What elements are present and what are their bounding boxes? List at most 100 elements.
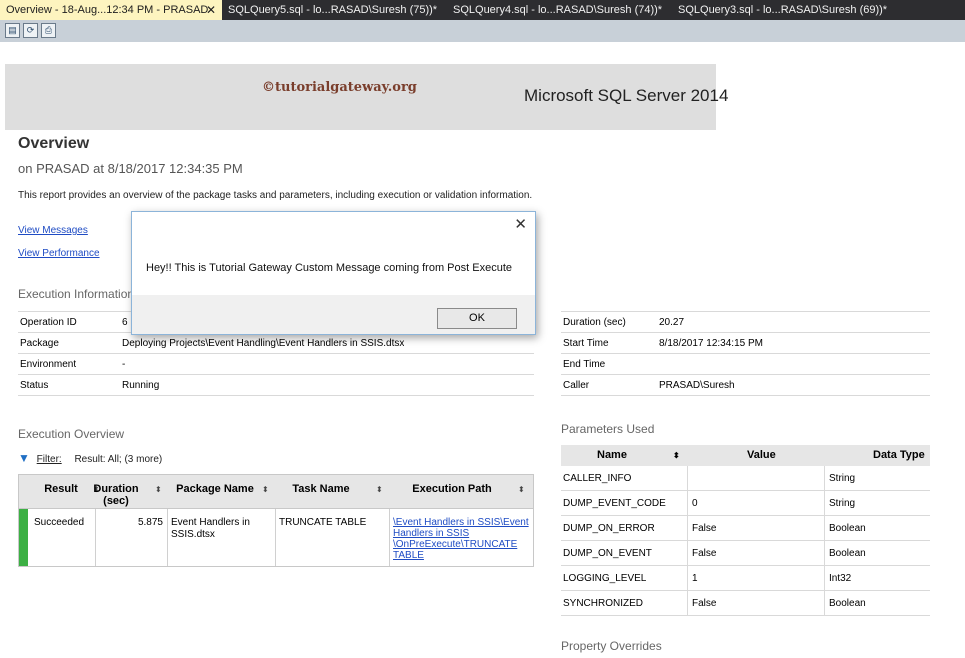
- row-value: 8/18/2017 12:34:15 PM: [659, 338, 763, 349]
- table-row: DUMP_EVENT_CODE 0 String: [561, 491, 930, 516]
- execution-path-link[interactable]: \Event Handlers in SSIS\Event Handlers i…: [393, 517, 533, 561]
- refresh-icon[interactable]: ⟳: [23, 23, 38, 38]
- sort-icon[interactable]: ⬍: [673, 451, 680, 460]
- param-value: False: [692, 598, 717, 609]
- column-header-value[interactable]: Value: [747, 449, 776, 461]
- filter-icon[interactable]: ▼: [18, 451, 30, 465]
- row-value: 6: [122, 317, 128, 328]
- cell-task-name: TRUNCATE TABLE: [279, 517, 367, 528]
- param-type: Boolean: [829, 548, 866, 559]
- table-row: End Time: [561, 354, 930, 375]
- row-label: Environment: [20, 359, 77, 370]
- row-label: Status: [20, 380, 49, 391]
- param-value: False: [692, 548, 717, 559]
- table-row: Package Deploying Projects\Event Handlin…: [18, 333, 534, 354]
- column-divider: [167, 509, 168, 566]
- tab-label: SQLQuery5.sql - lo...RASAD\Suresh (75))*: [228, 4, 438, 16]
- param-name: DUMP_EVENT_CODE: [563, 498, 666, 509]
- tab-overview-report[interactable]: Overview - 18-Aug...12:34 PM - PRASAD ✕: [0, 0, 222, 20]
- sort-icon[interactable]: ⬍: [376, 485, 383, 494]
- table-row: Start Time 8/18/2017 12:34:15 PM: [561, 333, 930, 354]
- table-row: DUMP_ON_ERROR False Boolean: [561, 516, 930, 541]
- row-value: Deploying Projects\Event Handling\Event …: [122, 338, 405, 349]
- row-value: 20.27: [659, 317, 685, 328]
- ok-button[interactable]: OK: [437, 308, 517, 329]
- column-header-execution-path[interactable]: Execution Path: [397, 483, 507, 495]
- cell-result: Succeeded: [34, 517, 85, 528]
- column-header-duration[interactable]: Duration (sec): [93, 483, 139, 507]
- execution-timing-table: Duration (sec) 20.27 Start Time 8/18/201…: [561, 311, 930, 396]
- param-name: CALLER_INFO: [563, 473, 632, 484]
- column-header-result[interactable]: Result: [31, 483, 91, 495]
- filter-link[interactable]: Filter:: [37, 454, 62, 465]
- param-type: String: [829, 498, 856, 509]
- row-value: -: [122, 359, 126, 370]
- tab-sqlquery4[interactable]: SQLQuery4.sql - lo...RASAD\Suresh (74))*: [447, 0, 662, 20]
- row-value: PRASAD\Suresh: [659, 380, 735, 391]
- success-status-bar: [19, 509, 28, 566]
- view-messages-link[interactable]: View Messages: [18, 225, 88, 236]
- param-type: Int32: [829, 573, 852, 584]
- param-value: False: [692, 523, 717, 534]
- column-header-data-type[interactable]: Data Type: [873, 449, 925, 461]
- tab-label: SQLQuery4.sql - lo...RASAD\Suresh (74))*: [453, 4, 663, 16]
- column-divider: [275, 509, 276, 566]
- row-label: Duration (sec): [563, 317, 626, 328]
- watermark-text: ©tutorialgateway.org: [262, 80, 417, 95]
- print-icon[interactable]: ⎙: [41, 23, 56, 38]
- property-overrides-heading: Property Overrides: [561, 639, 662, 653]
- tab-sqlquery3[interactable]: SQLQuery3.sql - lo...RASAD\Suresh (69))*: [672, 0, 887, 20]
- table-row: Environment -: [18, 354, 534, 375]
- table-row: SYNCHRONIZED False Boolean: [561, 591, 930, 616]
- row-label: Package: [20, 338, 59, 349]
- param-name: DUMP_ON_EVENT: [563, 548, 652, 559]
- param-value: 1: [692, 573, 698, 584]
- parameters-table: Name ⬍ Value Data Type CALLER_INFO Strin…: [561, 445, 930, 616]
- parameters-used-heading: Parameters Used: [561, 422, 655, 436]
- sort-icon[interactable]: ⬍: [518, 485, 525, 494]
- cell-duration: 5.875: [137, 517, 163, 528]
- param-value: 0: [692, 498, 698, 509]
- filter-bar: ▼ Filter: Result: All; (3 more): [18, 451, 162, 465]
- column-divider: [389, 509, 390, 566]
- message-box-dialog: ✕ Hey!! This is Tutorial Gateway Custom …: [131, 211, 536, 335]
- table-header: Name ⬍ Value Data Type: [561, 445, 930, 466]
- close-icon[interactable]: ✕: [206, 0, 216, 20]
- param-type: String: [829, 473, 856, 484]
- page-title: Overview: [18, 135, 90, 152]
- param-type: Boolean: [829, 598, 866, 609]
- dialog-footer: OK: [132, 295, 535, 334]
- table-row: CALLER_INFO String: [561, 466, 930, 491]
- document-tab-strip: Overview - 18-Aug...12:34 PM - PRASAD ✕ …: [0, 0, 965, 20]
- tab-label: Overview - 18-Aug...12:34 PM - PRASAD: [6, 4, 209, 16]
- execution-overview-heading: Execution Overview: [18, 427, 125, 441]
- column-header-task-name[interactable]: Task Name: [281, 483, 361, 495]
- document-map-icon[interactable]: ▤: [5, 23, 20, 38]
- row-label: End Time: [563, 359, 606, 370]
- tab-sqlquery5[interactable]: SQLQuery5.sql - lo...RASAD\Suresh (75))*: [222, 0, 437, 20]
- param-name: LOGGING_LEVEL: [563, 573, 647, 584]
- sort-icon[interactable]: ⬍: [155, 485, 162, 494]
- sort-icon[interactable]: ⬍: [262, 485, 269, 494]
- product-name: Microsoft SQL Server 2014: [524, 86, 729, 105]
- param-name: DUMP_ON_ERROR: [563, 523, 655, 534]
- column-header-name[interactable]: Name: [597, 449, 627, 461]
- param-name: SYNCHRONIZED: [563, 598, 644, 609]
- column-divider: [95, 509, 96, 566]
- column-header-package-name[interactable]: Package Name: [167, 483, 263, 495]
- row-label: Caller: [563, 380, 590, 391]
- cell-package-name: Event Handlers in SSIS.dtsx: [171, 517, 250, 540]
- dialog-message: Hey!! This is Tutorial Gateway Custom Me…: [146, 262, 512, 274]
- execution-overview-table: Result ⬍ Duration (sec) ⬍ Package Name ⬍…: [18, 474, 534, 567]
- filter-summary: Result: All; (3 more): [74, 454, 163, 465]
- table-row: Duration (sec) 20.27: [561, 312, 930, 333]
- view-performance-link[interactable]: View Performance: [18, 248, 100, 259]
- report-toolbar: ▤ ⟳ ⎙: [0, 20, 965, 42]
- table-row: Status Running: [18, 375, 534, 396]
- row-value: Running: [122, 380, 160, 391]
- row-label: Operation ID: [20, 317, 77, 328]
- param-type: Boolean: [829, 523, 866, 534]
- execution-information-heading: Execution Information: [18, 287, 135, 301]
- close-icon[interactable]: ✕: [514, 215, 527, 233]
- table-row: Caller PRASAD\Suresh: [561, 375, 930, 396]
